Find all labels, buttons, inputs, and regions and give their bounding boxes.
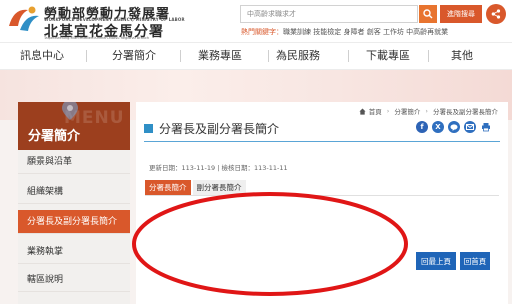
- back-to-top-button[interactable]: 回最上頁: [416, 252, 456, 270]
- sidebar-item-organization[interactable]: 組織架構: [18, 180, 130, 204]
- nav-divider: [180, 50, 181, 62]
- nav-item-downloads[interactable]: 下載專區: [352, 43, 424, 69]
- hot-keyword-link[interactable]: 中高齡再就業: [406, 28, 448, 36]
- sidebar-item-vision-history[interactable]: 願景與沿革: [18, 150, 130, 174]
- nav-item-about[interactable]: 分署簡介: [98, 43, 170, 69]
- page-dates: 更新日期：113-11-19 | 檢核日期：113-11-11: [149, 162, 288, 172]
- line-icon[interactable]: [448, 121, 460, 133]
- sidebar-title-text: 分署簡介: [28, 129, 81, 144]
- nav-item-business[interactable]: 業務專區: [184, 43, 256, 69]
- share-icon: [491, 9, 501, 19]
- main-nav: 訊息中心 分署簡介 業務專區 為民服務 下載專區 其他: [0, 42, 512, 70]
- branch-name-english: Taipei-Keelung-Yilan-Hualien-Kinmen-Mats…: [44, 36, 150, 40]
- print-icon[interactable]: [480, 121, 492, 133]
- hot-keyword-link[interactable]: 身障者: [343, 28, 364, 36]
- search-button[interactable]: [419, 5, 437, 23]
- nav-item-other[interactable]: 其他: [426, 43, 498, 69]
- title-bullet-icon: [144, 124, 153, 133]
- breadcrumb-home[interactable]: 首頁: [369, 106, 382, 116]
- hot-keywords-label: 熱門關鍵字：: [241, 28, 283, 36]
- breadcrumb-item[interactable]: 分署簡介: [394, 106, 420, 116]
- nav-item-news[interactable]: 訊息中心: [6, 43, 78, 69]
- nav-item-services[interactable]: 為民服務: [262, 43, 334, 69]
- hot-keyword-link[interactable]: 創客: [367, 28, 381, 36]
- home-icon: [359, 107, 366, 115]
- facebook-icon[interactable]: f: [416, 121, 428, 133]
- sidebar-item-jurisdiction[interactable]: 轄區說明: [18, 268, 130, 292]
- nav-divider: [348, 50, 349, 62]
- hot-keyword-link[interactable]: 技能檢定: [313, 28, 341, 36]
- breadcrumb: 首頁 › 分署簡介 › 分署長及副分署長簡介: [359, 106, 498, 116]
- location-pin-icon: [62, 102, 78, 120]
- agency-logo-icon[interactable]: [6, 4, 42, 36]
- sidebar-item-director-intro[interactable]: 分署長及副分署長簡介: [18, 210, 130, 234]
- search-input[interactable]: 中高齡求職求才: [240, 5, 418, 23]
- page-title-wrap: 分署長及副分署長簡介: [144, 120, 279, 137]
- hot-keyword-link[interactable]: 職業訓練: [283, 28, 311, 36]
- red-ellipse-annotation: [132, 192, 408, 296]
- breadcrumb-current[interactable]: 分署長及副分署長簡介: [433, 106, 498, 116]
- x-icon[interactable]: X: [432, 121, 444, 133]
- hot-keyword-link[interactable]: 工作坊: [383, 28, 404, 36]
- nav-divider: [86, 50, 87, 62]
- site-header: 勞動部勞動力發展署 WORKFORCE DEVELOPMENT AGENCY, …: [0, 0, 512, 40]
- advanced-search-button[interactable]: 進階搜尋: [440, 5, 482, 23]
- date-divider: |: [217, 164, 220, 172]
- sidebar-item-duties[interactable]: 業務執掌: [18, 240, 130, 264]
- home-button[interactable]: 回首頁: [460, 252, 490, 270]
- breadcrumb-separator: ›: [425, 107, 428, 115]
- sidebar-title: MENU 分署簡介: [18, 102, 130, 150]
- breadcrumb-separator: ›: [386, 107, 390, 115]
- email-icon[interactable]: [464, 121, 476, 133]
- share-button[interactable]: [486, 4, 506, 24]
- updated-date: 更新日期：113-11-19: [149, 164, 216, 172]
- share-bar: f X: [416, 121, 492, 133]
- title-underline: [144, 141, 500, 142]
- reviewed-date: 檢核日期：113-11-11: [221, 164, 288, 172]
- sidebar: MENU 分署簡介 願景與沿革 組織架構 分署長及副分署長簡介 業務執掌 轄區說…: [18, 102, 130, 304]
- search-icon: [423, 9, 433, 19]
- page-title: 分署長及副分署長簡介: [159, 122, 280, 136]
- hot-keywords: 熱門關鍵字：職業訓練 技能檢定 身障者 創客 工作坊 中高齡再就業: [241, 27, 448, 37]
